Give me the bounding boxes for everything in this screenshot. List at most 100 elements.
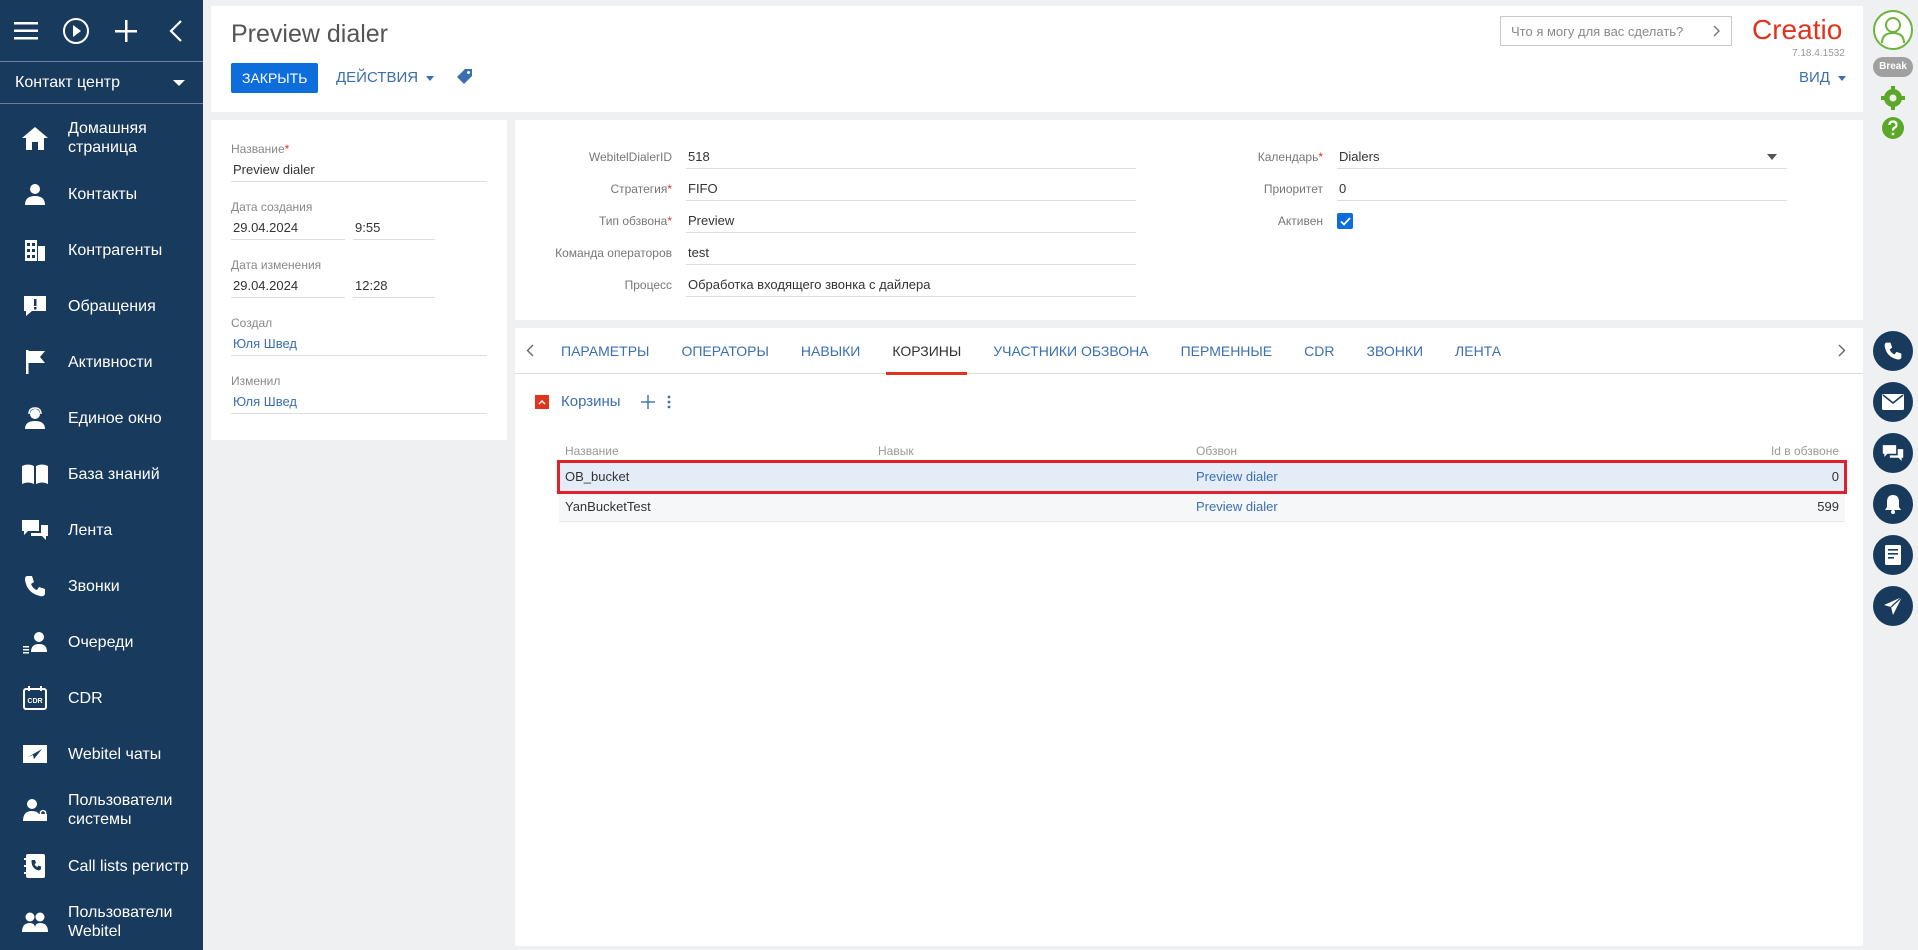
type-row: Тип обзвона* Preview: [515, 208, 1136, 234]
buckets-title: Корзины: [561, 393, 621, 410]
buckets-grid: Название Навык Обзвон Id в обзвоне OB_bu…: [557, 440, 1847, 522]
process-field[interactable]: Обработка входящего звонка с дайлера: [686, 273, 1136, 297]
modified-by-label: Изменил: [231, 374, 281, 388]
priority-field[interactable]: 0: [1337, 177, 1787, 201]
tab-parameters[interactable]: ПАРАМЕТРЫ: [545, 328, 665, 374]
workplace-selector[interactable]: Контакт центр: [0, 62, 203, 104]
tab-scroll-right[interactable]: [1827, 328, 1857, 374]
document-icon: [1885, 545, 1901, 565]
tasks-panel-button[interactable]: [1873, 535, 1913, 575]
help-icon[interactable]: [1881, 116, 1905, 143]
column-skill[interactable]: Навык: [878, 444, 1196, 458]
sidebar-item-cases[interactable]: Обращения: [0, 278, 203, 334]
sidebar-item-cdr[interactable]: CDR CDR: [0, 670, 203, 726]
grid-header: Название Навык Обзвон Id в обзвоне: [559, 440, 1845, 462]
flag-icon: [20, 347, 50, 377]
sidebar-item-activities[interactable]: Активности: [0, 334, 203, 390]
phone-icon: [1884, 342, 1902, 360]
sidebar-item-contacts[interactable]: Контакты: [0, 166, 203, 222]
close-button[interactable]: ЗАКРЫТЬ: [231, 63, 319, 93]
calendar-select[interactable]: Dialers: [1337, 145, 1787, 169]
notifications-panel-button[interactable]: [1873, 484, 1913, 524]
bucket-dialer-link[interactable]: Preview dialer: [1196, 469, 1596, 484]
chevron-up-icon: [538, 399, 546, 404]
send-panel-button[interactable]: [1873, 586, 1913, 626]
active-checkbox[interactable]: [1337, 213, 1353, 229]
bell-icon: [1885, 495, 1901, 514]
dialer-id-field[interactable]: 518: [686, 145, 1136, 169]
table-row[interactable]: YanBucketTest Preview dialer 599: [559, 492, 1845, 522]
phone-panel-button[interactable]: [1873, 331, 1913, 371]
process-row: Процесс Обработка входящего звонка с дай…: [515, 272, 1136, 298]
creatio-logo: Creatio: [1752, 14, 1843, 45]
chat-icon: [20, 515, 50, 545]
play-icon[interactable]: [62, 17, 90, 45]
name-field[interactable]: Preview dialer: [231, 160, 487, 182]
tab-scroll-left[interactable]: [515, 328, 545, 374]
sidebar-item-webitel-users[interactable]: Пользователи Webitel: [0, 894, 203, 950]
type-field[interactable]: Preview: [686, 209, 1136, 233]
strategy-label: Стратегия*: [610, 182, 672, 196]
column-dialer-id[interactable]: Id в обзвоне: [1596, 444, 1845, 458]
add-icon[interactable]: [640, 394, 655, 409]
sidebar-item-knowledge-base[interactable]: База знаний: [0, 446, 203, 502]
sidebar-item-home[interactable]: Домашняя страница: [0, 110, 203, 166]
tab-operators[interactable]: ОПЕРАТОРЫ: [665, 328, 784, 374]
team-row: Команда операторов test: [515, 240, 1136, 266]
team-field[interactable]: test: [686, 241, 1136, 265]
sidebar-item-label: Лента: [68, 521, 113, 539]
tab-feed[interactable]: ЛЕНТА: [1439, 328, 1517, 374]
contact-book-icon: [20, 851, 50, 881]
command-search-input[interactable]: Что я могу для вас сделать?: [1500, 16, 1732, 46]
sidebar-item-calls[interactable]: Звонки: [0, 558, 203, 614]
strategy-field[interactable]: FIFO: [686, 177, 1136, 201]
email-panel-button[interactable]: [1873, 382, 1913, 422]
created-by-link[interactable]: Юля Швед: [231, 334, 487, 356]
cdr-icon: CDR: [20, 683, 50, 713]
process-label: Процесс: [624, 278, 672, 292]
more-options-icon[interactable]: [667, 395, 671, 409]
right-toolbar: Break: [1868, 0, 1918, 950]
gear-icon[interactable]: [1881, 86, 1905, 113]
modified-by-link[interactable]: Юля Швед: [231, 392, 487, 414]
column-name[interactable]: Название: [559, 444, 878, 458]
tab-cdr[interactable]: CDR: [1288, 328, 1350, 374]
sidebar-item-webitel-chats[interactable]: Webitel чаты: [0, 726, 203, 782]
actions-button[interactable]: ДЕЙСТВИЯ: [336, 69, 435, 86]
dialer-id-label: WebitelDialerID: [588, 150, 672, 164]
view-button[interactable]: ВИД: [1799, 69, 1847, 86]
phone-icon: [20, 571, 50, 601]
user-avatar[interactable]: [1873, 10, 1913, 50]
tab-skills[interactable]: НАВЫКИ: [785, 328, 876, 374]
tab-buckets[interactable]: КОРЗИНЫ: [876, 328, 977, 375]
status-badge[interactable]: Break: [1873, 57, 1913, 77]
page-title: Preview dialer: [231, 20, 389, 48]
sidebar-item-feed[interactable]: Лента: [0, 502, 203, 558]
tag-icon[interactable]: [457, 68, 473, 87]
sidebar-item-single-window[interactable]: Единое окно: [0, 390, 203, 446]
collapse-button[interactable]: [535, 394, 549, 409]
tab-participants[interactable]: УЧАСТНИКИ ОБЗВОНА: [977, 328, 1164, 374]
sidebar-item-accounts[interactable]: Контрагенты: [0, 222, 203, 278]
created-by-label: Создал: [231, 316, 273, 330]
chat-panel-button[interactable]: [1873, 433, 1913, 473]
user-icon: [1881, 17, 1905, 44]
table-row[interactable]: OB_bucket Preview dialer 0: [557, 460, 1847, 494]
name-label: Название*: [231, 142, 290, 156]
sidebar-item-system-users[interactable]: Пользователи системы: [0, 782, 203, 838]
building-icon: [20, 235, 50, 265]
tabs-panel: ПАРАМЕТРЫ ОПЕРАТОРЫ НАВЫКИ КОРЗИНЫ УЧАСТ…: [515, 328, 1863, 946]
alert-icon: [20, 291, 50, 321]
plus-icon[interactable]: [112, 17, 140, 45]
bucket-name-cell: OB_bucket: [565, 469, 630, 484]
tab-variables[interactable]: ПЕРМЕННЫЕ: [1165, 328, 1289, 374]
column-dialer[interactable]: Обзвон: [1196, 444, 1596, 458]
sidebar-item-call-lists[interactable]: Call lists регистр: [0, 838, 203, 894]
bucket-dialer-link[interactable]: Preview dialer: [1196, 499, 1596, 514]
sidebar-item-queues[interactable]: Очереди: [0, 614, 203, 670]
person-icon: [20, 179, 50, 209]
tab-calls[interactable]: ЗВОНКИ: [1351, 328, 1440, 374]
collapse-sidebar-icon[interactable]: [162, 17, 190, 45]
menu-icon[interactable]: [12, 17, 40, 45]
user-lock-icon: [20, 795, 50, 825]
